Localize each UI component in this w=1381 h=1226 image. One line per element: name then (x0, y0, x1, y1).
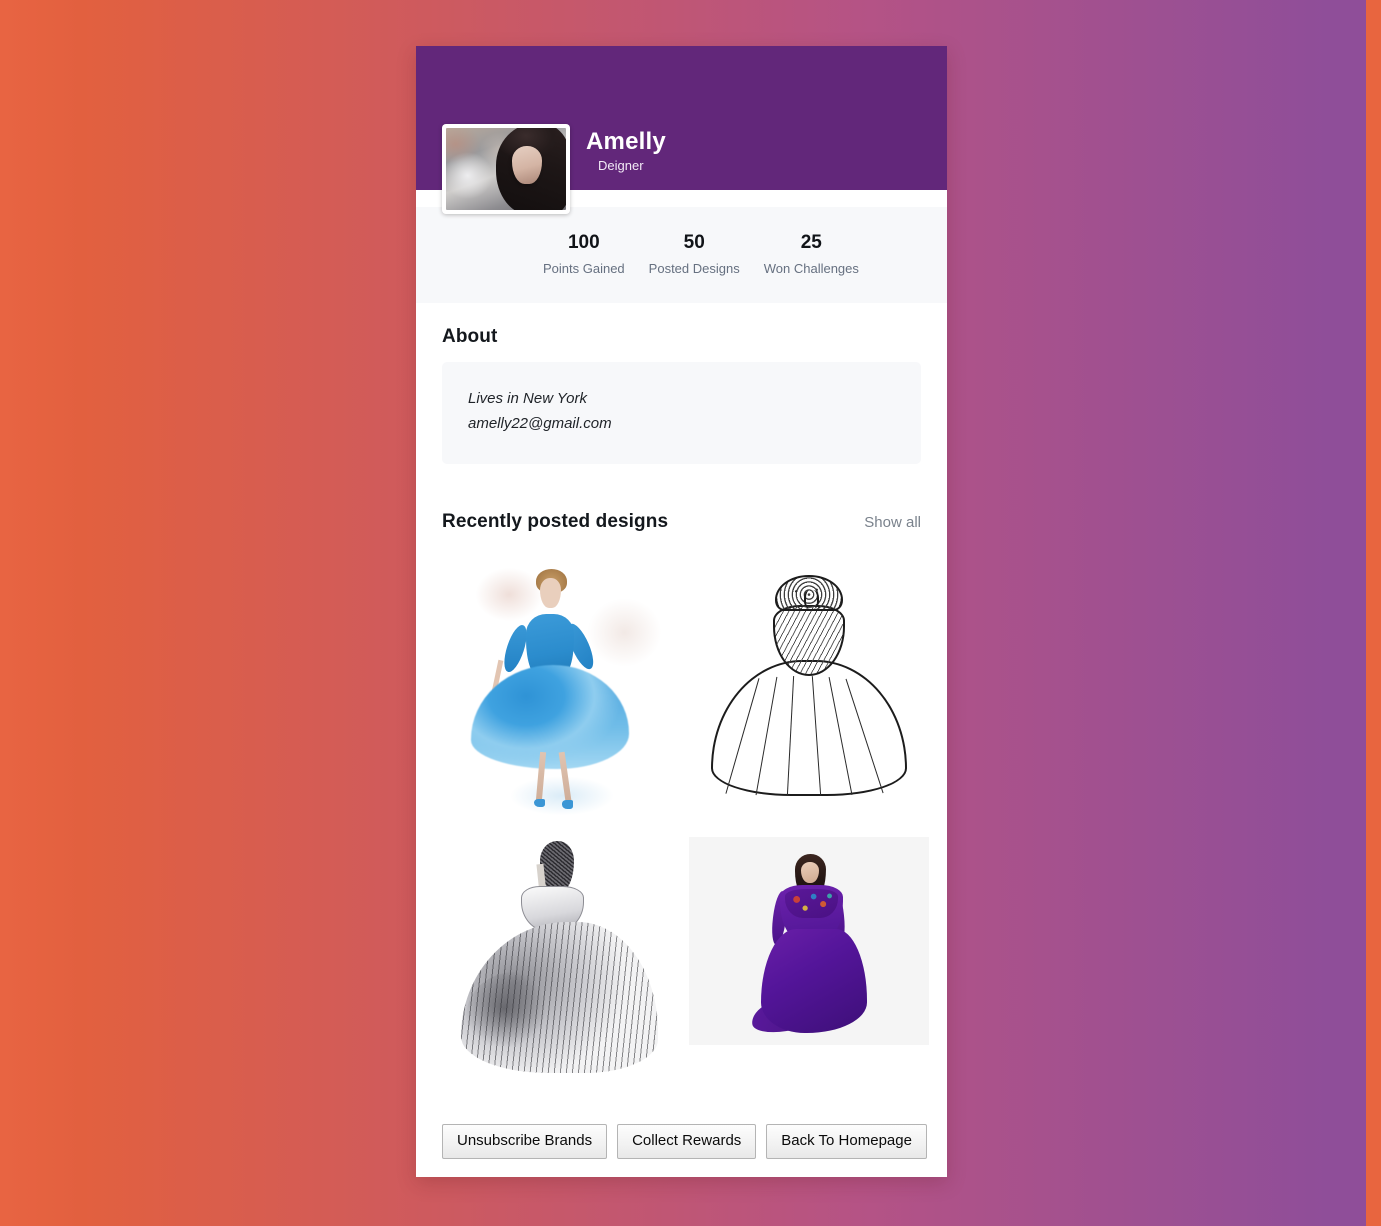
stat-won-challenges: 25 Won Challenges (752, 231, 871, 279)
about-title: About (442, 326, 498, 347)
designs-grid (442, 551, 929, 1083)
design-tile-blue-watercolor-dress[interactable] (442, 551, 682, 823)
stat-value: 50 (683, 232, 705, 253)
blue-watercolor-dress-image (442, 551, 682, 823)
show-all-link[interactable]: Show all (864, 514, 921, 531)
profile-identity: Amelly Deigner (586, 128, 666, 175)
pencil-sketch-ballgown-image (442, 831, 682, 1083)
profile-card: Amelly Deigner 100 Points Gained 50 Post… (416, 46, 947, 1177)
stat-points-gained: 100 Points Gained (531, 231, 637, 279)
stat-posted-designs: 50 Posted Designs (637, 231, 752, 279)
unsubscribe-brands-button[interactable]: Unsubscribe Brands (442, 1124, 608, 1159)
avatar-photo (446, 128, 566, 210)
about-section: About Lives in New York amelly22@gmail.c… (416, 303, 947, 464)
designs-title: Recently posted designs (442, 511, 669, 532)
purple-mermaid-gown-image (689, 837, 929, 1045)
avatar[interactable] (442, 124, 570, 214)
profile-name: Amelly (586, 128, 666, 155)
design-tile-purple-mermaid-gown[interactable] (689, 837, 929, 1045)
designs-header: Recently posted designs Show all (442, 511, 921, 533)
stat-value: 100 (567, 232, 600, 253)
about-email: amelly22@gmail.com (468, 415, 612, 432)
designs-section: Recently posted designs Show all (416, 464, 947, 1083)
collect-rewards-button[interactable]: Collect Rewards (617, 1124, 757, 1159)
stat-label: Posted Designs (648, 261, 740, 276)
stat-value: 25 (800, 232, 822, 253)
design-tile-pencil-sketch-ballgown[interactable] (442, 831, 682, 1083)
profile-role: Deigner (598, 158, 644, 173)
back-to-homepage-button[interactable]: Back To Homepage (766, 1124, 927, 1159)
about-location: Lives in New York (468, 390, 587, 407)
stats-strip: 100 Points Gained 50 Posted Designs 25 W… (416, 207, 947, 303)
stat-label: Won Challenges (763, 261, 859, 276)
design-tile-white-ballgown-line-art[interactable] (689, 551, 929, 823)
about-box: Lives in New York amelly22@gmail.com (442, 362, 921, 464)
profile-banner: Amelly Deigner (416, 46, 947, 214)
white-ballgown-line-art-image (689, 551, 929, 823)
action-button-row: Unsubscribe Brands Collect Rewards Back … (442, 1124, 927, 1159)
stat-label: Points Gained (543, 261, 625, 276)
